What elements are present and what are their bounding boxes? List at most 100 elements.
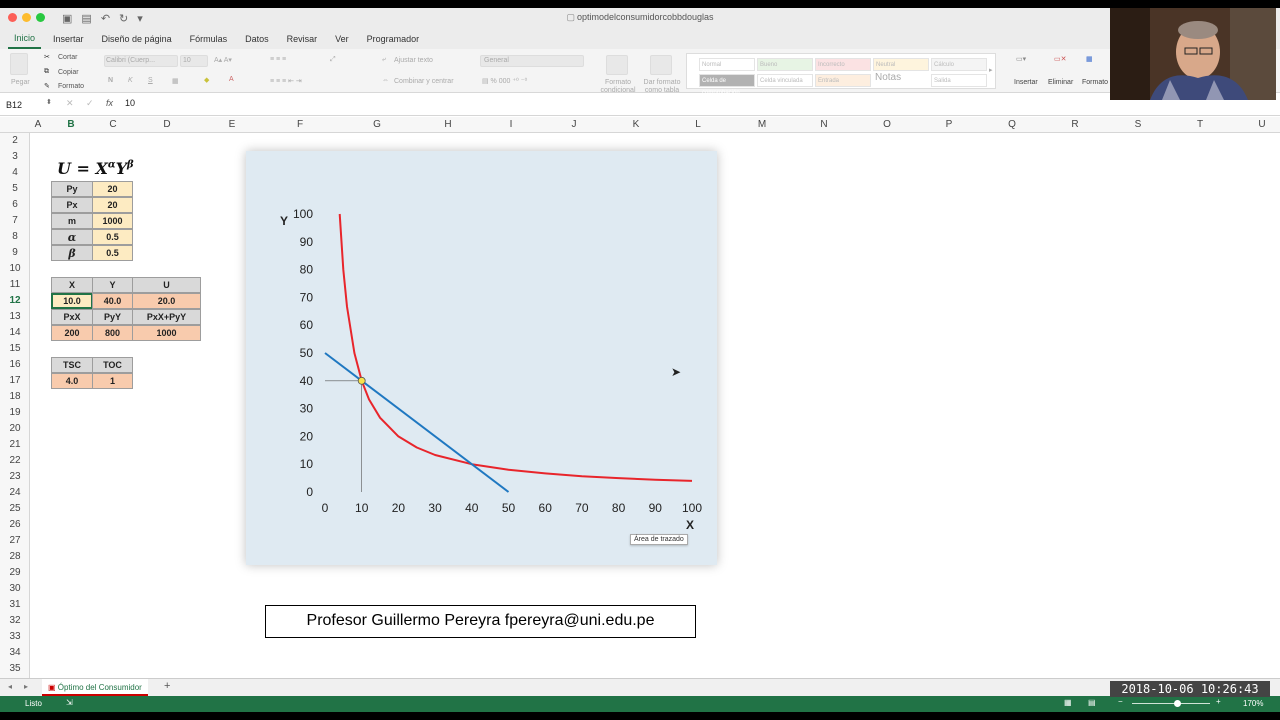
param-label-px[interactable]: Px	[51, 197, 93, 213]
row-header-19[interactable]: 19	[0, 405, 30, 421]
chart[interactable]: 0 10 20 30 40 50 60 70 80 90 100 0 10 20 30 40 50 60 70 80 9…	[246, 151, 717, 565]
sheet-tab-optimo[interactable]: ▣ Óptimo del Consumidor	[42, 679, 148, 696]
tab-insertar[interactable]: Insertar	[47, 30, 90, 48]
row-header-23[interactable]: 23	[0, 469, 30, 485]
column-header-k[interactable]: K	[621, 117, 651, 133]
zoom-in-icon[interactable]: +	[1216, 697, 1221, 706]
opt-value-u[interactable]: 20.0	[132, 293, 201, 309]
font-color-icon[interactable]: A	[229, 76, 234, 83]
zoom-slider[interactable]	[1132, 703, 1210, 704]
column-header-l[interactable]: L	[683, 117, 713, 133]
param-label-alpha[interactable]: α	[51, 229, 93, 245]
cut-button[interactable]: Cortar	[58, 54, 77, 61]
row-header-13[interactable]: 13	[0, 309, 30, 325]
underline-icon[interactable]: S	[148, 77, 153, 84]
column-header-t[interactable]: T	[1185, 117, 1215, 133]
row-header-15[interactable]: 15	[0, 341, 30, 357]
cost-value-total[interactable]: 1000	[132, 325, 201, 341]
column-header-g[interactable]: G	[362, 117, 392, 133]
tab-diseno[interactable]: Diseño de página	[96, 30, 178, 48]
param-value-m[interactable]: 1000	[92, 213, 133, 229]
opt-header-x[interactable]: X	[51, 277, 93, 293]
zoom-slider-thumb[interactable]	[1174, 700, 1181, 707]
style-salida[interactable]: Salida	[931, 74, 987, 87]
chart-svg[interactable]: 0 10 20 30 40 50 60 70 80 90 100 0 10 20 30 40 50 60 70 80 9…	[246, 151, 717, 565]
rate-header-toc[interactable]: TOC	[92, 357, 133, 373]
row-header-8[interactable]: 8	[0, 229, 30, 245]
merge-icon[interactable]: ⇔	[382, 77, 389, 84]
style-normal[interactable]: Normal	[699, 58, 755, 71]
bold-icon[interactable]: N	[108, 77, 113, 84]
column-header-p[interactable]: P	[934, 117, 964, 133]
tab-formulas[interactable]: Fórmulas	[184, 30, 234, 48]
format-cells-icon[interactable]: ▦	[1086, 55, 1093, 63]
row-header-18[interactable]: 18	[0, 389, 30, 405]
column-header-m[interactable]: M	[747, 117, 777, 133]
merge-center-button[interactable]: Combinar y centrar	[394, 78, 454, 85]
insert-cells-button[interactable]: Insertar	[1014, 79, 1038, 86]
style-neutral[interactable]: Neutral	[873, 58, 929, 71]
opt-value-x-selected[interactable]: 10.0	[51, 293, 93, 309]
param-value-px[interactable]: 20	[92, 197, 133, 213]
column-header-b[interactable]: B	[56, 117, 86, 133]
row-header-35[interactable]: 35	[0, 661, 30, 677]
param-value-py[interactable]: 20	[92, 181, 133, 197]
macro-record-icon[interactable]: ⇲	[66, 698, 73, 707]
style-comprobacion[interactable]: Celda de comprobación	[699, 74, 755, 96]
row-header-20[interactable]: 20	[0, 421, 30, 437]
column-header-f[interactable]: F	[285, 117, 315, 133]
rate-header-tsc[interactable]: TSC	[51, 357, 93, 373]
normal-view-icon[interactable]: ▦	[1064, 698, 1072, 707]
column-header-s[interactable]: S	[1123, 117, 1153, 133]
cost-header-total[interactable]: PxX+PyY	[132, 309, 201, 325]
number-format-select[interactable]: General	[484, 57, 509, 64]
row-header-24[interactable]: 24	[0, 485, 30, 501]
delete-cells-icon[interactable]: ▭✕	[1054, 55, 1066, 63]
row-header-21[interactable]: 21	[0, 437, 30, 453]
cut-icon[interactable]: ✂	[44, 53, 50, 61]
row-header-25[interactable]: 25	[0, 501, 30, 517]
column-header-i[interactable]: I	[496, 117, 526, 133]
row-header-2[interactable]: 2	[0, 133, 30, 149]
format-painter-button[interactable]: Formato	[58, 83, 84, 90]
delete-cells-button[interactable]: Eliminar	[1048, 79, 1073, 86]
param-label-py[interactable]: Py	[51, 181, 93, 197]
font-size-select[interactable]: 10	[183, 57, 191, 64]
conditional-format-button[interactable]: Formato condicional	[598, 79, 638, 95]
rate-value-tsc[interactable]: 4.0	[51, 373, 93, 389]
namebox-dropdown-icon[interactable]: ⬍	[46, 98, 52, 106]
row-header-31[interactable]: 31	[0, 597, 30, 613]
param-value-alpha[interactable]: 0.5	[92, 229, 133, 245]
row-header-30[interactable]: 30	[0, 581, 30, 597]
format-cells-button[interactable]: Formato	[1082, 79, 1108, 86]
paste-icon[interactable]	[10, 53, 28, 75]
style-bueno[interactable]: Bueno	[757, 58, 813, 71]
opt-header-y[interactable]: Y	[92, 277, 133, 293]
row-header-26[interactable]: 26	[0, 517, 30, 533]
tab-datos[interactable]: Datos	[239, 30, 275, 48]
wrap-text-button[interactable]: Ajustar texto	[394, 57, 433, 64]
borders-icon[interactable]: ▦	[172, 77, 179, 85]
cost-header-pyy[interactable]: PyY	[92, 309, 133, 325]
column-header-e[interactable]: E	[217, 117, 247, 133]
table-format-icon[interactable]	[650, 55, 672, 75]
column-header-q[interactable]: Q	[997, 117, 1027, 133]
orientation-icon[interactable]: ⤢	[330, 56, 336, 64]
currency-icon[interactable]: ▤ % 000 ⁺⁰ ⁻⁰	[482, 77, 527, 85]
row-header-14[interactable]: 14	[0, 325, 30, 341]
font-grow-icon[interactable]: A▴ A▾	[214, 56, 232, 64]
row-header-34[interactable]: 34	[0, 645, 30, 661]
tab-revisar[interactable]: Revisar	[281, 30, 324, 48]
add-sheet-icon[interactable]: +	[164, 680, 170, 692]
prev-sheet-icon[interactable]: ◂	[8, 682, 12, 691]
formula-input[interactable]: 10	[125, 98, 135, 108]
param-label-m[interactable]: m	[51, 213, 93, 229]
gallery-more-icon[interactable]: ▸	[989, 66, 993, 74]
rate-value-toc[interactable]: 1	[92, 373, 133, 389]
row-header-7[interactable]: 7	[0, 213, 30, 229]
fill-color-icon[interactable]: ◆	[204, 76, 209, 84]
column-header-a[interactable]: A	[23, 117, 53, 133]
opt-value-y[interactable]: 40.0	[92, 293, 133, 309]
row-header-29[interactable]: 29	[0, 565, 30, 581]
param-value-beta[interactable]: 0.5	[92, 245, 133, 261]
